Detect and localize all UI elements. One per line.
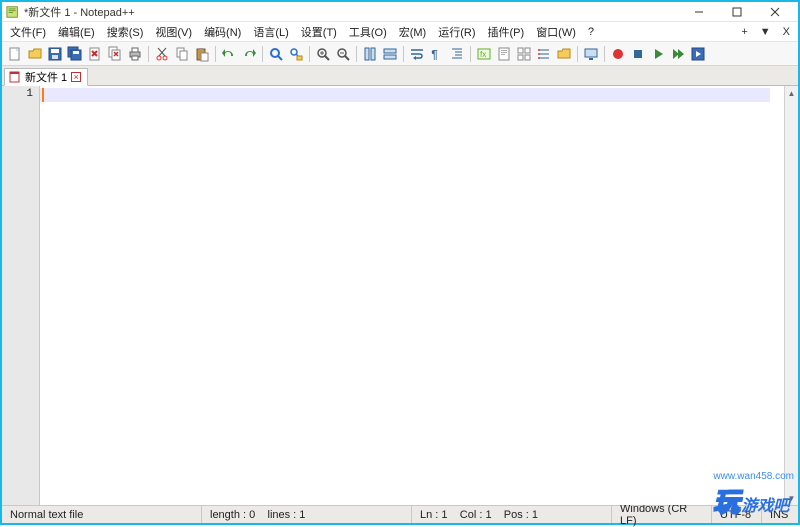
folder-icon[interactable]	[555, 45, 573, 63]
editor-area: 1 ▲ ▼	[2, 86, 798, 505]
doc-map-icon[interactable]	[495, 45, 513, 63]
scroll-up-arrow[interactable]: ▲	[785, 86, 798, 100]
menu-macro[interactable]: 宏(M)	[393, 22, 433, 42]
play-macro-icon[interactable]	[649, 45, 667, 63]
status-length-lines: length : 0 lines : 1	[202, 506, 412, 523]
menu-tools[interactable]: 工具(O)	[343, 22, 393, 42]
menu-plugins[interactable]: 插件(P)	[482, 22, 531, 42]
minimize-button[interactable]	[680, 3, 718, 21]
current-line-highlight	[40, 88, 770, 102]
line-number-gutter: 1	[2, 86, 40, 505]
close-all-icon[interactable]	[106, 45, 124, 63]
replace-icon[interactable]	[287, 45, 305, 63]
undo-icon[interactable]	[220, 45, 238, 63]
text-cursor	[42, 88, 44, 102]
menu-language[interactable]: 语言(L)	[247, 22, 294, 42]
app-icon	[6, 5, 20, 19]
menu-file[interactable]: 文件(F)	[4, 22, 52, 42]
menu-encoding[interactable]: 编码(N)	[198, 22, 247, 42]
indent-guide-icon[interactable]	[448, 45, 466, 63]
stop-macro-icon[interactable]	[629, 45, 647, 63]
toolbar-separator	[309, 46, 310, 62]
window-controls	[680, 3, 794, 21]
tab-file-icon	[9, 71, 21, 83]
toolbar-separator	[215, 46, 216, 62]
new-file-icon[interactable]	[6, 45, 24, 63]
vertical-scrollbar[interactable]: ▲ ▼	[784, 86, 798, 505]
menu-window[interactable]: 窗口(W)	[530, 22, 582, 42]
cut-icon[interactable]	[153, 45, 171, 63]
menu-view[interactable]: 视图(V)	[149, 22, 198, 42]
toolbar-separator	[577, 46, 578, 62]
menu-plus-button[interactable]: +	[735, 24, 753, 40]
save-icon[interactable]	[46, 45, 64, 63]
svg-text:¶: ¶	[431, 48, 438, 62]
editor-content[interactable]	[40, 86, 784, 505]
scroll-down-arrow[interactable]: ▼	[785, 491, 798, 505]
toolbar-separator	[262, 46, 263, 62]
toolbar-separator	[148, 46, 149, 62]
toolbar-separator	[470, 46, 471, 62]
menu-run[interactable]: 运行(R)	[432, 22, 481, 42]
copy-icon[interactable]	[173, 45, 191, 63]
window-title: *新文件 1 - Notepad++	[24, 4, 680, 20]
status-filetype: Normal text file	[2, 506, 202, 523]
doc-list-icon[interactable]	[515, 45, 533, 63]
status-edit-mode: INS	[762, 506, 798, 523]
print-icon[interactable]	[126, 45, 144, 63]
toolbar: ¶ fx	[2, 42, 798, 66]
tab-document[interactable]: 新文件 1 ×	[4, 68, 88, 86]
menu-dropdown-button[interactable]: ▼	[754, 24, 777, 40]
open-file-icon[interactable]	[26, 45, 44, 63]
save-all-icon[interactable]	[66, 45, 84, 63]
zoom-in-icon[interactable]	[314, 45, 332, 63]
menu-search[interactable]: 搜索(S)	[101, 22, 150, 42]
toolbar-separator	[604, 46, 605, 62]
menu-settings[interactable]: 设置(T)	[295, 22, 343, 42]
toolbar-separator	[356, 46, 357, 62]
paste-icon[interactable]	[193, 45, 211, 63]
status-encoding: UTF-8	[712, 506, 762, 523]
status-bar: Normal text file length : 0 lines : 1 Ln…	[2, 505, 798, 523]
menu-edit[interactable]: 编辑(E)	[52, 22, 101, 42]
language-icon[interactable]: fx	[475, 45, 493, 63]
maximize-button[interactable]	[718, 3, 756, 21]
save-macro-icon[interactable]	[689, 45, 707, 63]
find-icon[interactable]	[267, 45, 285, 63]
tab-close-button[interactable]: ×	[71, 72, 81, 82]
record-macro-icon[interactable]	[609, 45, 627, 63]
status-cursor-pos: Ln : 1 Col : 1 Pos : 1	[412, 506, 612, 523]
sync-v-icon[interactable]	[361, 45, 379, 63]
status-eol: Windows (CR LF)	[612, 506, 712, 523]
close-button[interactable]	[756, 3, 794, 21]
tab-label: 新文件 1	[25, 69, 67, 85]
show-all-chars-icon[interactable]: ¶	[428, 45, 446, 63]
sync-h-icon[interactable]	[381, 45, 399, 63]
title-bar: *新文件 1 - Notepad++	[2, 2, 798, 22]
menu-bar: 文件(F) 编辑(E) 搜索(S) 视图(V) 编码(N) 语言(L) 设置(T…	[2, 22, 798, 42]
word-wrap-icon[interactable]	[408, 45, 426, 63]
line-number: 1	[2, 88, 33, 100]
function-list-icon[interactable]	[535, 45, 553, 63]
play-multi-icon[interactable]	[669, 45, 687, 63]
menu-x-button[interactable]: X	[777, 24, 796, 40]
toolbar-separator	[403, 46, 404, 62]
zoom-out-icon[interactable]	[334, 45, 352, 63]
close-icon[interactable]	[86, 45, 104, 63]
tab-bar: 新文件 1 ×	[2, 66, 798, 86]
monitor-icon[interactable]	[582, 45, 600, 63]
scroll-track[interactable]	[785, 100, 798, 491]
svg-text:fx: fx	[480, 50, 486, 59]
redo-icon[interactable]	[240, 45, 258, 63]
menu-help[interactable]: ?	[582, 24, 600, 40]
